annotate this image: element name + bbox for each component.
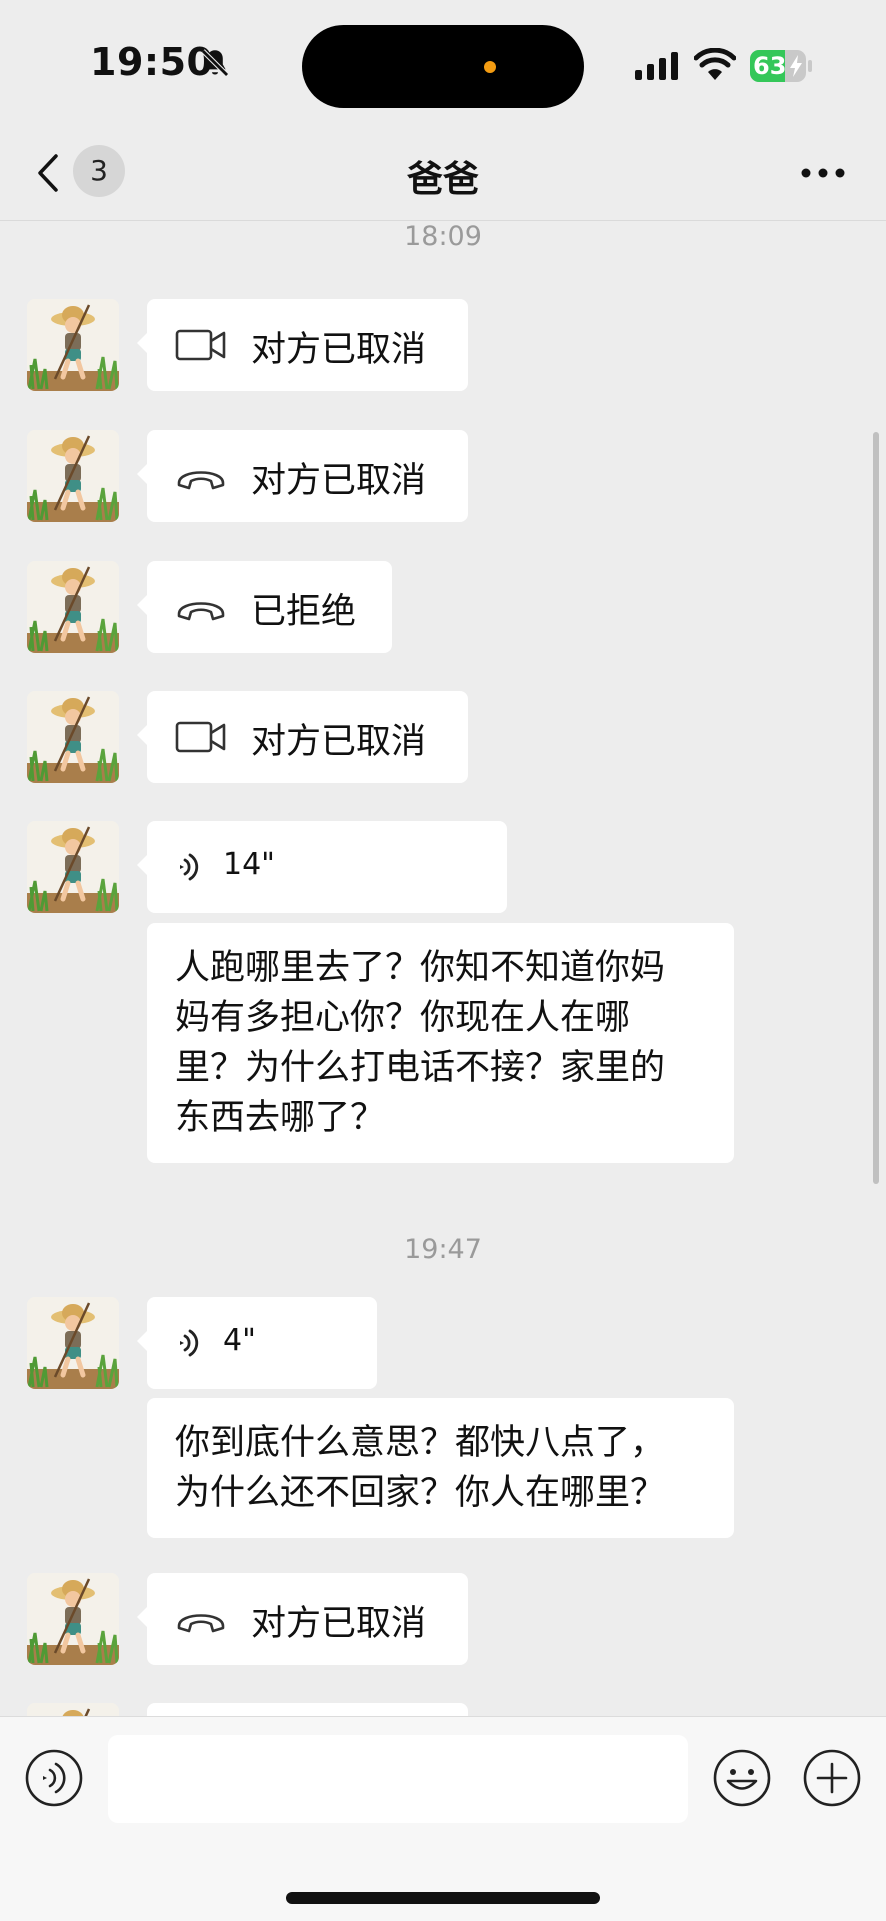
call-status-text: 对方已取消	[251, 330, 427, 370]
call-status-text: 对方已取消	[251, 722, 427, 762]
avatar[interactable]	[27, 1297, 119, 1389]
call-record-bubble[interactable]: 对方已取消	[137, 299, 468, 391]
avatar[interactable]	[27, 430, 119, 522]
message-line: 妈有多担心你？你现在人在哪	[175, 998, 631, 1038]
message-line: 为什么还不回家？你人在哪里？	[175, 1473, 666, 1513]
wifi-icon	[694, 48, 736, 80]
message-input[interactable]	[108, 1735, 688, 1823]
voice-wave-icon	[173, 851, 203, 883]
signal-icon	[635, 52, 678, 80]
message-line: 人跑哪里去了？你知不知道你妈	[175, 948, 666, 988]
scrollbar[interactable]	[873, 432, 879, 1184]
timestamp-separator: 19:47	[404, 1234, 482, 1265]
message-line: 里？为什么打电话不接？家里的	[175, 1048, 666, 1088]
avatar[interactable]	[27, 821, 119, 913]
charging-bolt-icon	[790, 55, 802, 77]
phone-icon	[175, 588, 227, 626]
message-text: 你到底什么意思？都快八点了， 为什么还不回家？你人在哪里？	[147, 1398, 734, 1538]
message-list[interactable]: 18:09 对方已取消 对方已取消 已拒绝 对方已取消 14" 人跑哪里去了？你…	[0, 221, 886, 1716]
chat-header: 3 爸爸	[0, 128, 886, 221]
dynamic-island	[302, 25, 584, 108]
battery-icon: 63	[750, 50, 806, 82]
call-record-bubble[interactable]: 已拒绝	[137, 561, 392, 653]
call-status-text: 对方已取消	[251, 461, 427, 501]
call-record-bubble[interactable]: 对方已取消	[137, 430, 468, 522]
message-text: 人跑哪里去了？你知不知道你妈 妈有多担心你？你现在人在哪 里？为什么打电话不接？…	[147, 923, 734, 1163]
phone-icon	[175, 1600, 227, 1638]
avatar[interactable]	[27, 299, 119, 391]
bell-muted-icon	[201, 49, 229, 77]
call-status-text: 对方已取消	[251, 1604, 427, 1644]
video-call-icon	[175, 718, 227, 756]
call-record-bubble[interactable]: 对方已取消	[137, 691, 468, 783]
status-bar: 19:50 63	[0, 0, 886, 128]
message-line: 你到底什么意思？都快八点了，	[175, 1423, 666, 1463]
voice-transcript-bubble[interactable]: 你到底什么意思？都快八点了， 为什么还不回家？你人在哪里？	[147, 1398, 734, 1538]
home-indicator[interactable]	[286, 1892, 600, 1904]
call-record-bubble[interactable]: 对方已取消	[137, 1573, 468, 1665]
timestamp-separator: 18:09	[404, 221, 482, 252]
emoji-icon[interactable]	[712, 1748, 772, 1808]
voice-transcript-bubble[interactable]: 人跑哪里去了？你知不知道你妈 妈有多担心你？你现在人在哪 里？为什么打电话不接？…	[147, 923, 734, 1163]
privacy-indicator	[484, 61, 496, 73]
voice-message-bubble[interactable]: 4"	[137, 1297, 377, 1389]
input-bar	[0, 1716, 886, 1921]
voice-duration: 4"	[223, 1323, 256, 1358]
phone-icon	[175, 457, 227, 495]
video-call-icon	[175, 326, 227, 364]
plus-icon[interactable]	[802, 1748, 862, 1808]
avatar[interactable]	[27, 561, 119, 653]
voice-message-bubble[interactable]: 14"	[137, 821, 507, 913]
call-status-text: 已拒绝	[251, 592, 357, 632]
call-record-bubble[interactable]	[147, 1703, 468, 1716]
battery-cap	[808, 60, 812, 72]
chat-title: 爸爸	[406, 159, 479, 200]
avatar[interactable]	[27, 1573, 119, 1665]
avatar[interactable]	[27, 1703, 119, 1716]
more-icon[interactable]	[800, 166, 846, 180]
message-line: 东西去哪了？	[175, 1098, 386, 1138]
voice-duration: 14"	[223, 847, 275, 882]
voice-input-icon[interactable]	[24, 1748, 84, 1808]
battery-level: 63	[753, 52, 787, 80]
status-time: 19:50	[90, 40, 214, 84]
voice-wave-icon	[173, 1327, 203, 1359]
avatar[interactable]	[27, 691, 119, 783]
